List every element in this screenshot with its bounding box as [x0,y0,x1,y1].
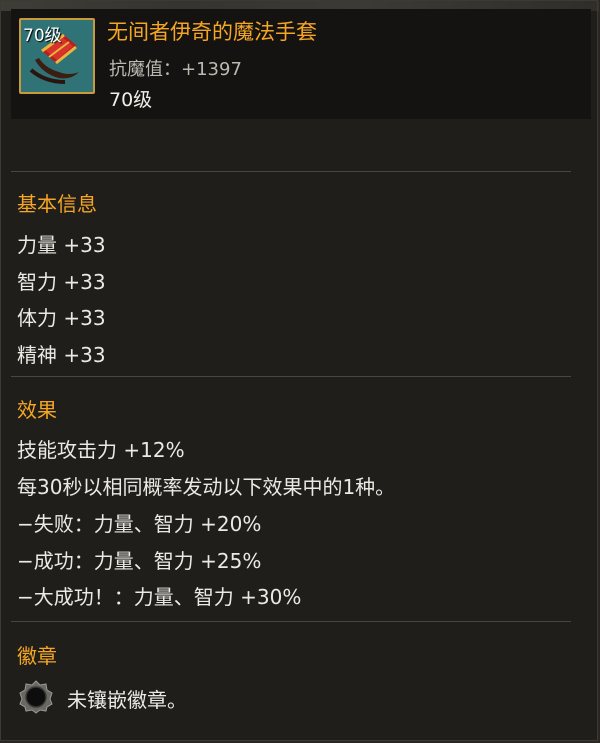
effect-line: −成功：力量、智力 +25% [17,549,262,573]
section-title-basic-info: 基本信息 [17,192,97,216]
divider [11,376,571,377]
stat-spirit: 精神 +33 [17,343,106,367]
stat-strength: 力量 +33 [17,233,106,257]
divider [11,171,571,172]
stat-vitality: 体力 +33 [17,306,106,330]
icon-level-badge: 70级 [23,26,62,46]
badge-slot-row[interactable]: 未镶嵌徽章。 [19,679,419,715]
effect-line: −失败：力量、智力 +20% [17,512,262,536]
section-title-badge: 徽章 [17,644,57,668]
effect-line: 技能攻击力 +12% [17,438,185,462]
badge-slot-text: 未镶嵌徽章。 [67,688,187,712]
item-name: 无间者伊奇的魔法手套 [107,20,317,44]
magic-resist-value: 抗魔值：+1397 [109,59,242,80]
item-icon-frame[interactable]: 70级 [19,18,95,94]
effect-line: 每30秒以相同概率发动以下效果中的1种。 [17,475,396,499]
item-tooltip: 70级 无间者伊奇的魔法手套 抗魔值：+1397 70级 基本信息 力量 +33… [0,0,599,741]
required-level: 70级 [109,89,153,111]
divider [11,621,571,622]
empty-badge-slot-icon [19,680,53,714]
effect-line: −大成功！：力量、智力 +30% [17,585,302,609]
section-title-effect: 效果 [17,398,57,422]
stat-intelligence: 智力 +33 [17,270,106,294]
